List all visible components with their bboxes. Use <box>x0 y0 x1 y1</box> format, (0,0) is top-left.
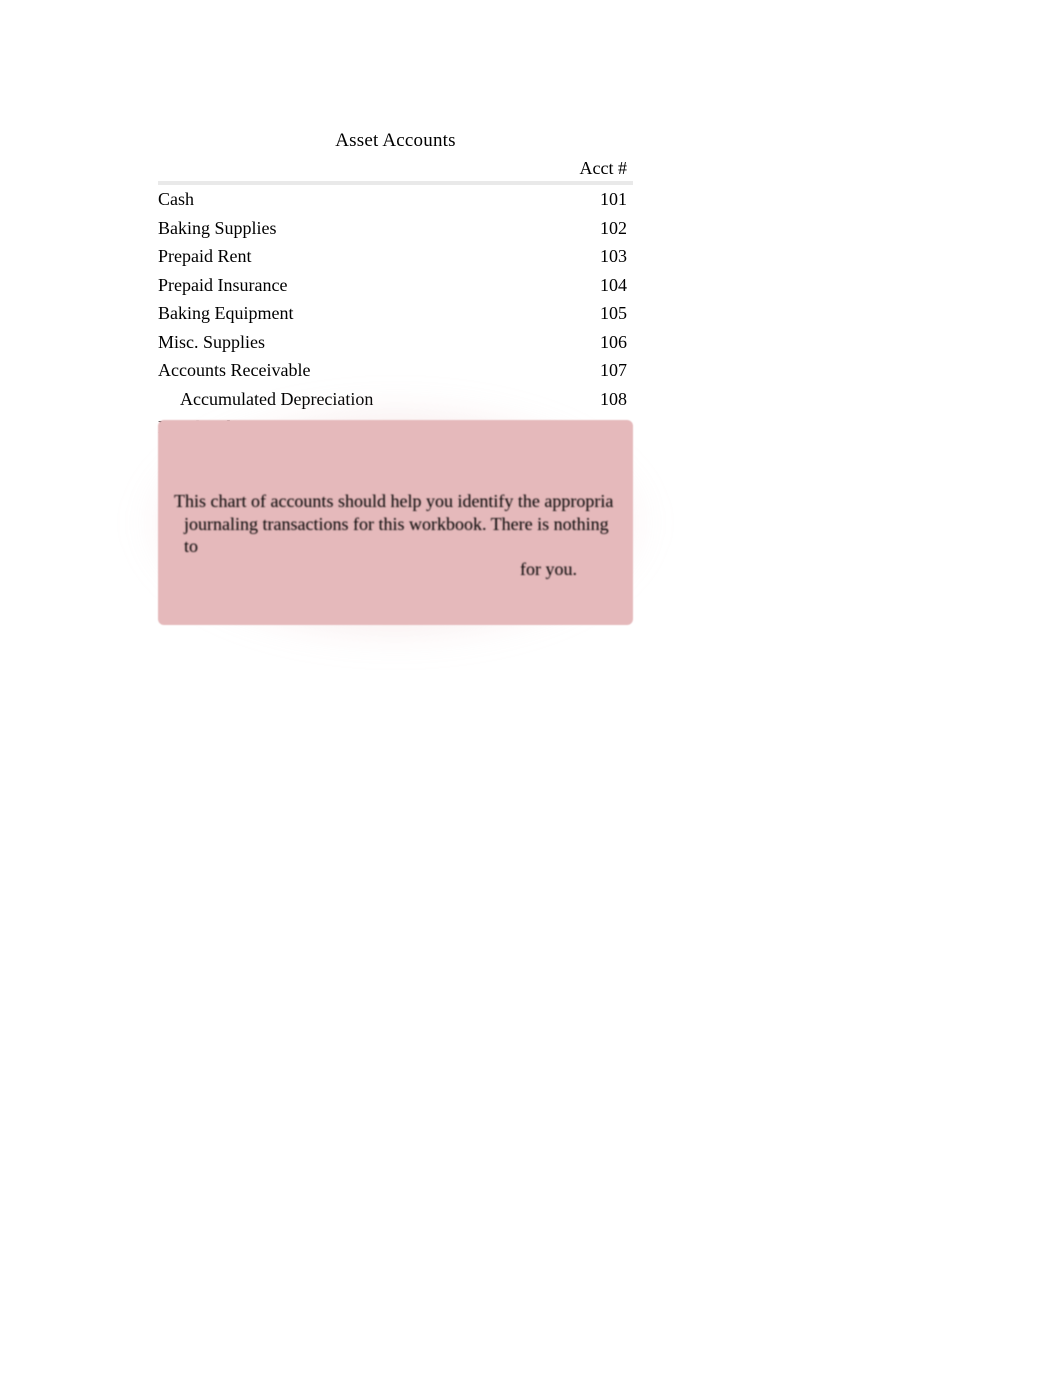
account-number: 104 <box>547 274 627 297</box>
table-row: Cash 101 <box>158 185 633 214</box>
account-number: 102 <box>547 217 627 240</box>
account-number: 105 <box>547 302 627 325</box>
account-number: 108 <box>547 388 627 411</box>
table-title: Asset Accounts <box>158 130 633 152</box>
table-row: Prepaid Rent 103 <box>158 242 633 271</box>
account-name: Baking Equipment <box>158 302 547 325</box>
account-name: Accumulated Depreciation <box>158 388 547 411</box>
note-line-1: This chart of accounts should help you i… <box>174 490 625 513</box>
account-number: 101 <box>547 188 627 211</box>
account-name: Prepaid Rent <box>158 245 547 268</box>
page: Asset Accounts Acct # Cash 101 Baking Su… <box>0 0 1062 1376</box>
note-text: This chart of accounts should help you i… <box>158 490 633 580</box>
table-row: Accounts Receivable 107 <box>158 356 633 385</box>
note-line-3: for you. <box>174 558 625 581</box>
note-line-2: journaling transactions for this workboo… <box>174 513 625 558</box>
accounts-table: Asset Accounts Acct # Cash 101 Baking Su… <box>158 130 633 442</box>
account-number: 103 <box>547 245 627 268</box>
table-row: Baking Equipment 105 <box>158 299 633 328</box>
table-header-row: Acct # <box>158 158 633 185</box>
table-row: Misc. Supplies 106 <box>158 328 633 357</box>
account-number: 106 <box>547 331 627 354</box>
account-name: Accounts Receivable <box>158 359 547 382</box>
column-header-acct: Acct # <box>547 158 627 179</box>
account-name: Misc. Supplies <box>158 331 547 354</box>
account-name: Cash <box>158 188 547 211</box>
account-name: Prepaid Insurance <box>158 274 547 297</box>
account-name: Baking Supplies <box>158 217 547 240</box>
account-number: 107 <box>547 359 627 382</box>
table-row: Accumulated Depreciation 108 <box>158 385 633 414</box>
table-row: Baking Supplies 102 <box>158 214 633 243</box>
table-row: Prepaid Insurance 104 <box>158 271 633 300</box>
